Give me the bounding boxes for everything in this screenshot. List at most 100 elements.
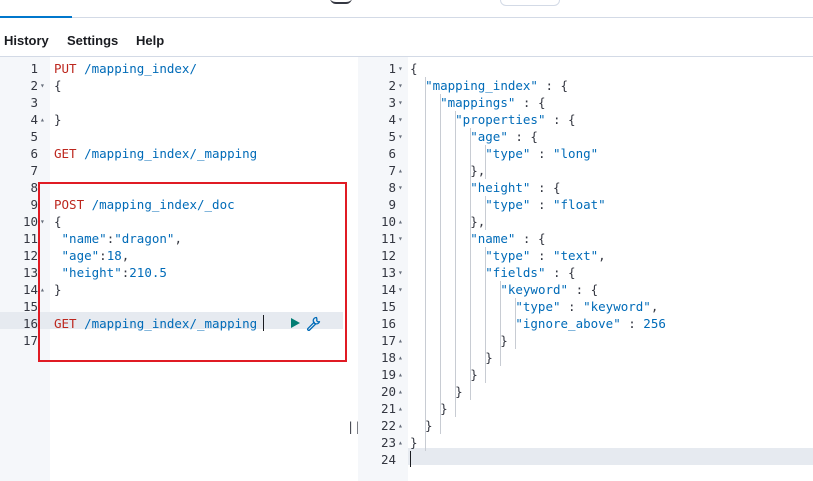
settings-menu[interactable]: Settings [67,33,118,48]
code-line[interactable]: 11 ▾ "name" : { [358,230,813,247]
token-punc: : [530,197,553,212]
fold-toggle-icon[interactable]: ▾ [398,230,403,247]
line-number: 4 [388,112,396,127]
fold-toggle-icon[interactable]: ▾ [398,94,403,111]
code-line[interactable]: 16 "ignore_above" : 256 [358,315,813,332]
fold-toggle-icon[interactable]: ▴ [398,400,403,417]
code-line[interactable]: 2 ▾ { [0,77,343,94]
code-line[interactable]: 10 ▴ }, [358,213,813,230]
token-punc: }, [410,214,486,229]
code-line[interactable]: 13 ▾ "fields" : { [358,264,813,281]
code-text: } [410,349,493,366]
token-key: "ignore_above" [515,316,621,331]
fold-toggle-icon[interactable]: ▴ [398,162,403,179]
line-number: 17 [22,333,38,348]
line-number: 23 [380,435,396,450]
fold-toggle-icon[interactable]: ▴ [398,349,403,366]
fold-toggle-icon[interactable]: ▾ [398,111,403,128]
token-punc: : { [537,78,569,93]
code-line[interactable]: 2 ▾ "mapping_index" : { [358,77,813,94]
code-line[interactable]: 21 ▴ } [358,400,813,417]
token-key: "age" [470,129,508,144]
indent-guide [455,111,457,417]
code-line[interactable]: 23 ▴} [358,434,813,451]
token-str: "long" [553,146,599,161]
console-menubar: History Settings Help [0,18,813,57]
line-number: 12 [22,248,38,263]
code-line[interactable]: 5 [0,128,343,145]
top-pill-button[interactable] [500,0,560,6]
code-line[interactable]: 6 "type" : "long" [358,145,813,162]
code-text: { [54,77,62,94]
fold-toggle-icon[interactable]: ▾ [398,281,403,298]
token-key: "type" [515,299,561,314]
code-line[interactable]: 7 [0,162,343,179]
line-number: 17 [380,333,396,348]
token-key: "properties" [455,112,546,127]
help-menu[interactable]: Help [136,33,164,48]
code-line[interactable]: 7 ▴ }, [358,162,813,179]
code-line[interactable]: 20 ▴ } [358,383,813,400]
token-punc [410,265,485,280]
token-key: "mapping_index" [425,78,538,93]
line-number: 13 [380,265,396,280]
token-punc: : { [545,265,576,280]
code-line[interactable]: 1 ▾ { [358,60,813,77]
line-number: 14 [380,282,396,297]
code-line[interactable]: 3 ▾ "mappings" : { [358,94,813,111]
token-punc [410,248,485,263]
code-line[interactable]: 14 ▾ "keyword" : { [358,281,813,298]
text-cursor [410,451,411,467]
token-punc: : [620,316,644,331]
token-punc [410,197,485,212]
code-text: { [410,60,418,77]
code-line[interactable]: 9 "type" : "float" [358,196,813,213]
line-number: 18 [380,350,396,365]
fold-toggle-icon[interactable]: ▴ [398,383,403,400]
code-line[interactable]: 12 "type" : "text", [358,247,813,264]
fold-toggle-icon[interactable]: ▾ [398,179,403,196]
token-punc: : { [515,95,546,110]
code-line[interactable]: 24 [358,451,813,468]
indent-guide [440,94,442,434]
code-line[interactable]: 3 [0,94,343,111]
code-text: "ignore_above" : 256 [410,315,666,332]
line-number: 8 [388,180,396,195]
fold-toggle-icon[interactable]: ▴ [398,434,403,451]
code-line[interactable]: 5 ▾ "age" : { [358,128,813,145]
token-punc: : [530,248,553,263]
code-line[interactable]: 15 "type" : "keyword", [358,298,813,315]
indent-guide [425,77,427,451]
line-number: 4 [30,112,38,127]
code-text: } [54,111,62,128]
history-menu[interactable]: History [4,33,49,48]
response-viewer[interactable]: 1 ▾{2 ▾ "mapping_index" : {3 ▾ "mappings" :… [358,57,813,481]
fold-toggle-icon[interactable]: ▴ [398,332,403,349]
token-punc: : { [545,112,576,127]
fold-toggle-icon[interactable]: ▾ [398,77,403,94]
fold-toggle-icon[interactable]: ▾ [398,128,403,145]
fold-toggle-icon[interactable]: ▴ [398,213,403,230]
fold-toggle-icon[interactable]: ▴ [398,417,403,434]
token-punc: : [530,146,553,161]
fold-toggle-icon[interactable]: ▾ [398,60,403,77]
code-line[interactable]: 8 ▾ "height" : { [358,179,813,196]
code-text: }, [410,162,485,179]
fold-toggle-icon[interactable]: ▾ [40,77,45,94]
code-line[interactable]: 1 PUT /mapping_index/ [0,60,343,77]
code-line[interactable]: 17 ▴ } [358,332,813,349]
code-line[interactable]: 19 ▴ } [358,366,813,383]
fold-toggle-icon[interactable]: ▾ [398,264,403,281]
code-line[interactable]: 6 GET /mapping_index/_mapping [0,145,343,162]
code-line[interactable]: 4 ▴} [0,111,343,128]
fold-toggle-icon[interactable]: ▴ [40,111,45,128]
fold-toggle-icon[interactable]: ▴ [398,366,403,383]
title-fragment [330,0,352,4]
code-line[interactable]: 22 ▴ } [358,417,813,434]
code-text: "fields" : { [410,264,576,281]
code-line[interactable]: 4 ▾ "properties" : { [358,111,813,128]
code-line[interactable]: 18 ▴ } [358,349,813,366]
token-punc: : [560,299,584,314]
token-punc: }, [410,163,486,178]
token-punc: : { [515,231,546,246]
